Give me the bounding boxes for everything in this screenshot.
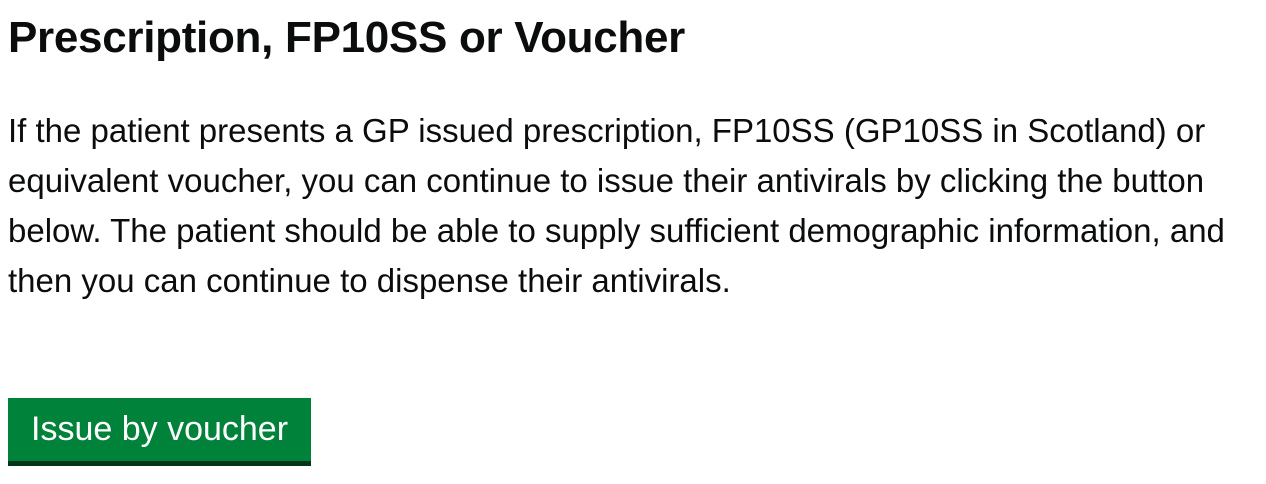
issue-by-voucher-button[interactable]: Issue by voucher <box>8 398 312 461</box>
instruction-paragraph: If the patient presents a GP issued pres… <box>8 112 1225 299</box>
page-title: Prescription, FP10SS or Voucher <box>8 13 685 62</box>
